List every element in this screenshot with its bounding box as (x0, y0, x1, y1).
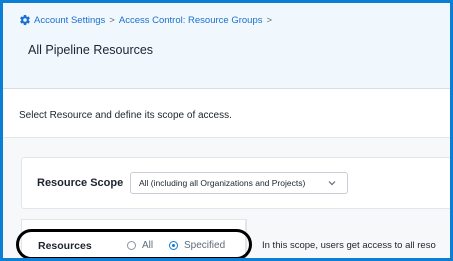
radio-all-label: All (142, 240, 154, 251)
breadcrumb: Account Settings > Access Control: Resou… (19, 14, 276, 26)
resources-description: In this scope, users get access to all r… (262, 240, 436, 251)
radio-all[interactable]: All (127, 240, 153, 251)
radio-all-circle[interactable] (127, 241, 136, 250)
radio-specified-circle[interactable] (169, 241, 178, 250)
breadcrumb-account-settings[interactable]: Account Settings (34, 15, 105, 26)
gear-icon[interactable] (19, 14, 31, 26)
resource-scope-select[interactable]: All (including all Organizations and Pro… (130, 172, 348, 194)
chevron-down-icon (327, 178, 337, 188)
instruction-text: Select Resource and define its scope of … (19, 110, 232, 121)
radio-specified-label: Specified (184, 240, 226, 251)
breadcrumb-separator: > (266, 14, 273, 26)
radio-specified[interactable]: Specified (169, 240, 225, 251)
header-divider (3, 88, 450, 89)
page-header: Account Settings > Access Control: Resou… (3, 3, 450, 88)
page-title: All Pipeline Resources (28, 43, 154, 57)
app-frame: Account Settings > Access Control: Resou… (0, 0, 453, 261)
resource-scope-card: Resource Scope All (including all Organi… (21, 157, 450, 209)
resource-scope-value: All (including all Organizations and Pro… (139, 178, 306, 188)
resources-label: Resources (38, 240, 92, 252)
resource-scope-label: Resource Scope (37, 177, 124, 189)
breadcrumb-separator: > (109, 14, 115, 26)
breadcrumb-resource-groups[interactable]: Access Control: Resource Groups (119, 15, 263, 26)
